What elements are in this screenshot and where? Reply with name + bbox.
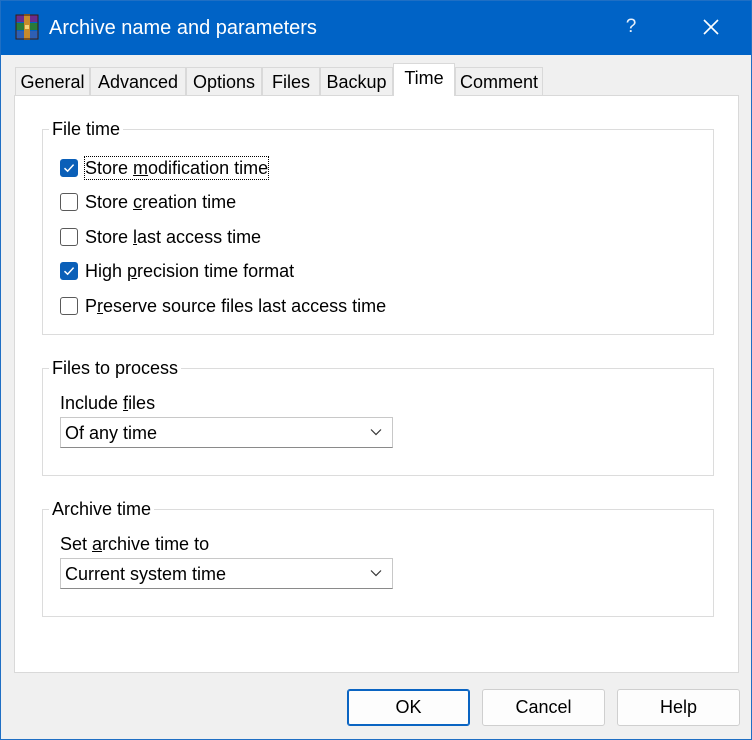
ok-button[interactable]: OK xyxy=(347,689,470,726)
close-icon xyxy=(703,19,719,35)
high-precision-time-format-checkbox[interactable]: High precision time format xyxy=(60,259,294,283)
tab-advanced[interactable]: Advanced xyxy=(90,67,186,95)
archive-parameters-dialog: Archive name and parameters ? General Ad… xyxy=(0,0,752,740)
checkbox-box[interactable] xyxy=(60,159,78,177)
help-button[interactable]: Help xyxy=(617,689,740,726)
checkbox-box[interactable] xyxy=(60,297,78,315)
store-modification-time-label: Store modification time xyxy=(83,156,270,180)
files-to-process-group: Files to process Include files Of any ti… xyxy=(42,357,714,476)
window-title: Archive name and parameters xyxy=(49,17,317,39)
archive-time-value: Current system time xyxy=(65,564,227,584)
set-archive-time-label: Set archive time to xyxy=(60,534,210,554)
checkbox-box[interactable] xyxy=(60,228,78,246)
close-button[interactable] xyxy=(689,10,733,44)
store-creation-time-checkbox[interactable]: Store creation time xyxy=(60,190,236,214)
archive-time-group-title: Archive time xyxy=(49,498,155,520)
time-tab-panel: File time Store modification time Store … xyxy=(14,95,739,673)
store-creation-time-label: Store creation time xyxy=(85,192,237,212)
store-last-access-time-label: Store last access time xyxy=(85,227,262,247)
checkbox-box[interactable] xyxy=(60,193,78,211)
winrar-icon xyxy=(15,14,39,40)
archive-time-group: Archive time Set archive time to Current… xyxy=(42,498,714,617)
include-files-label: Include files xyxy=(60,393,156,413)
tab-time[interactable]: Time xyxy=(393,63,455,96)
cancel-button[interactable]: Cancel xyxy=(482,689,605,726)
store-modification-time-checkbox[interactable]: Store modification time xyxy=(60,156,270,180)
tab-files[interactable]: Files xyxy=(262,67,320,95)
tab-comment[interactable]: Comment xyxy=(455,67,543,95)
checkmark-icon xyxy=(63,164,75,173)
chevron-down-icon xyxy=(370,570,382,577)
file-time-group: File time Store modification time Store … xyxy=(42,118,714,335)
high-precision-time-format-label: High precision time format xyxy=(85,261,295,281)
preserve-source-access-time-checkbox[interactable]: Preserve source files last access time xyxy=(60,294,386,318)
tab-backup[interactable]: Backup xyxy=(320,67,393,95)
tab-options[interactable]: Options xyxy=(186,67,262,95)
checkmark-icon xyxy=(63,267,75,276)
archive-time-dropdown[interactable]: Current system time xyxy=(60,558,393,589)
preserve-source-access-time-label: Preserve source files last access time xyxy=(85,296,387,316)
include-files-dropdown[interactable]: Of any time xyxy=(60,417,393,448)
chevron-down-icon xyxy=(370,429,382,436)
title-help-button[interactable]: ? xyxy=(611,13,651,41)
checkbox-box[interactable] xyxy=(60,262,78,280)
file-time-group-title: File time xyxy=(49,118,124,140)
title-bar[interactable]: Archive name and parameters ? xyxy=(1,1,751,55)
store-last-access-time-checkbox[interactable]: Store last access time xyxy=(60,225,261,249)
files-to-process-group-title: Files to process xyxy=(49,357,182,379)
tab-general[interactable]: General xyxy=(15,67,90,95)
include-files-value: Of any time xyxy=(65,423,158,443)
